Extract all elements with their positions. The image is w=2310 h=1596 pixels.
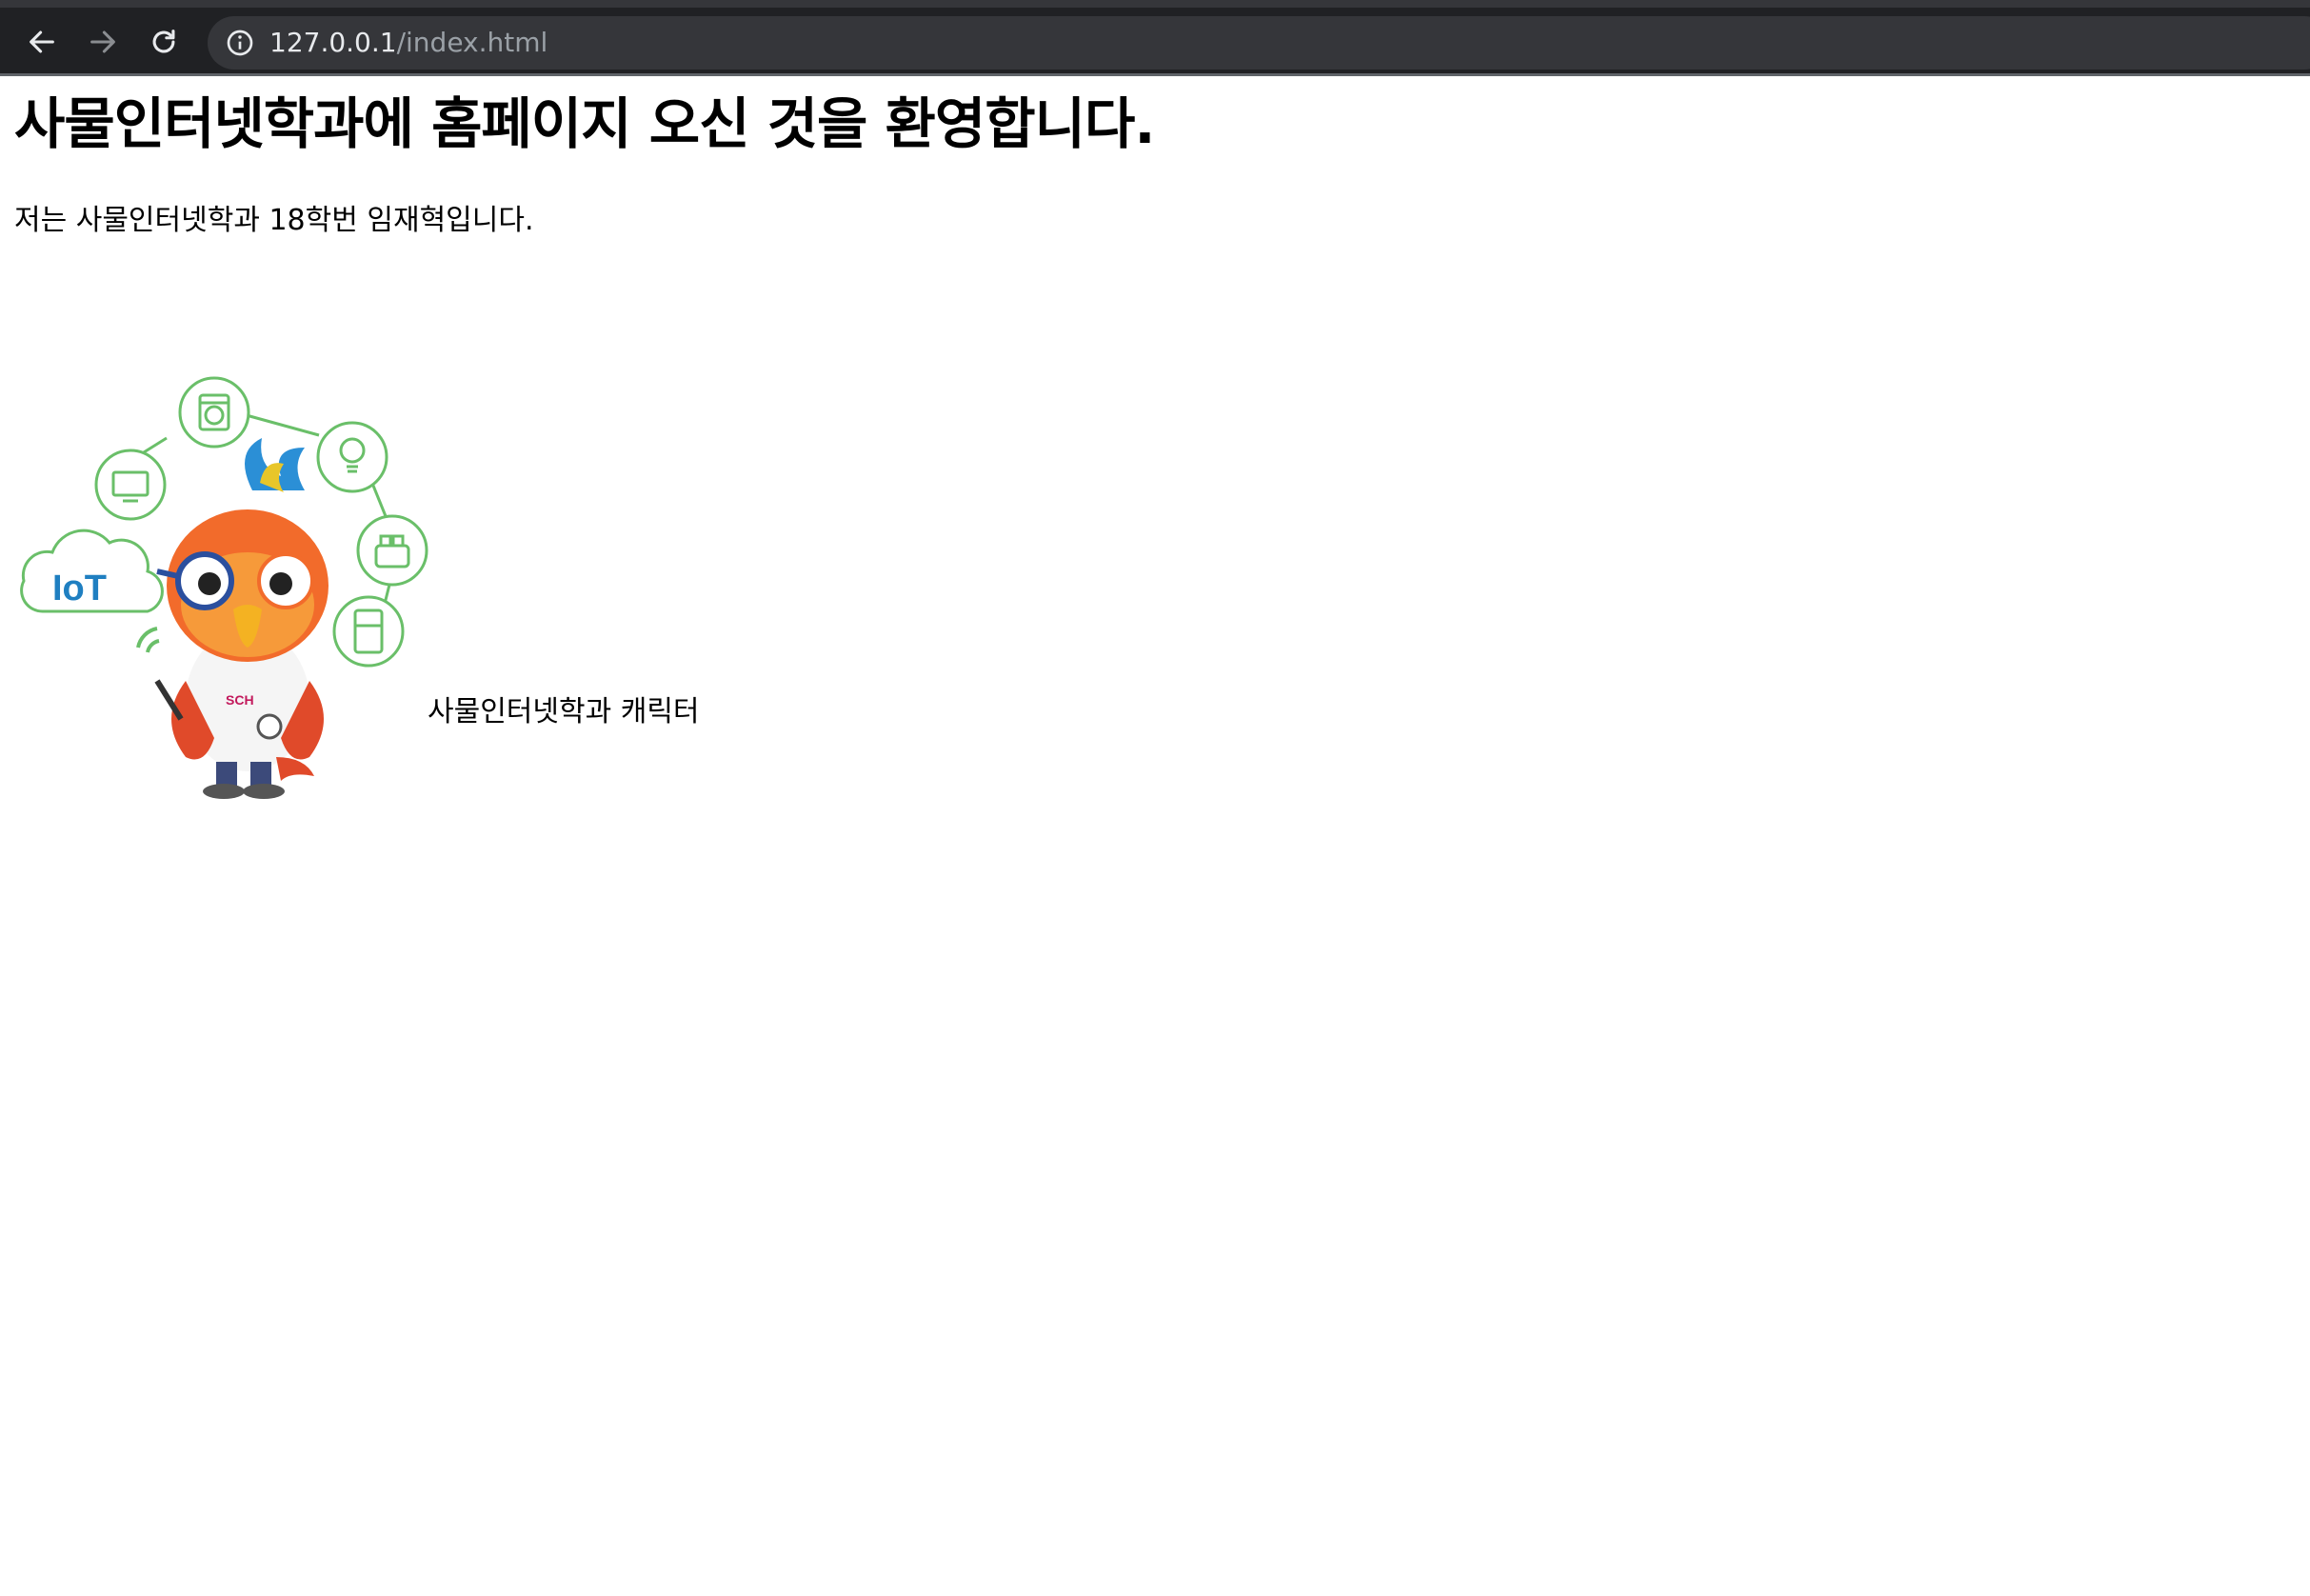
lightbulb-icon (316, 421, 388, 493)
reload-button[interactable] (141, 19, 187, 65)
url-path: /index.html (396, 27, 548, 58)
url-host: 127.0.0.1 (269, 27, 397, 58)
forward-button[interactable] (80, 19, 126, 65)
tv-icon (94, 449, 167, 521)
url-text[interactable]: 127.0.0.1/index.html (269, 27, 548, 59)
refrigerator-icon (332, 595, 405, 668)
back-button[interactable] (19, 19, 65, 65)
reload-icon (152, 30, 175, 53)
forward-arrow-icon (90, 30, 115, 53)
image-caption: 사물인터넷학과 캐릭터 (428, 695, 700, 728)
washing-machine-icon (178, 376, 250, 449)
back-arrow-icon (30, 30, 54, 53)
owl-mascot: SCH (154, 438, 329, 799)
address-bar[interactable]: 127.0.0.1/index.html (208, 16, 2310, 70)
iot-logo-text: IoT (52, 569, 107, 608)
toaster-icon (356, 514, 428, 587)
info-icon[interactable] (225, 28, 255, 58)
sch-badge-text: SCH (226, 692, 254, 708)
page-content: 사물인터넷학과에 홈페이지 오신 것을 환영합니다. 저는 사물인터넷학과 18… (0, 76, 2310, 1596)
iot-character-image: IoT SCH (20, 376, 428, 799)
intro-text: 저는 사물인터넷학과 18학번 임재혁입니다. (14, 204, 534, 237)
page-heading: 사물인터넷학과에 홈페이지 오신 것을 환영합니다. (14, 91, 1155, 156)
browser-toolbar: 127.0.0.1/index.html (0, 0, 2310, 76)
